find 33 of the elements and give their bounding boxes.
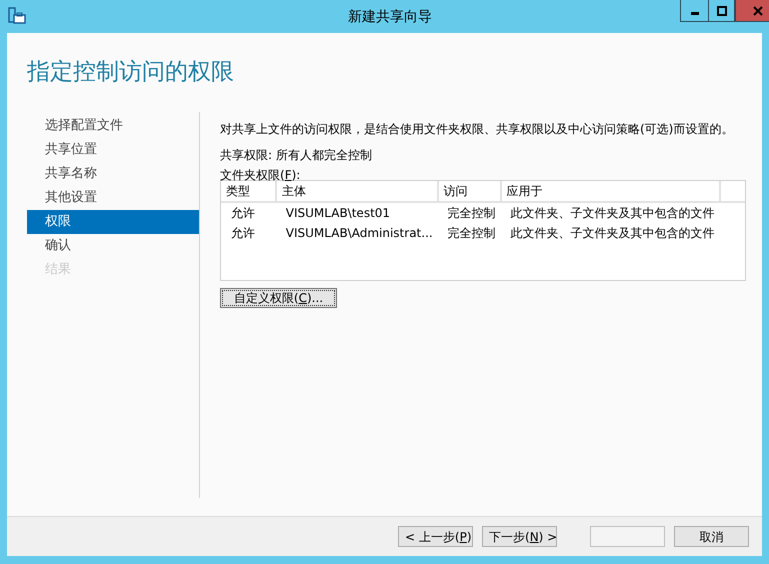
column-header[interactable]: 类型 [221,181,276,202]
wizard-step[interactable]: 选择配置文件 [27,114,199,138]
table-cell-text: VISUMLAB\Administrat... [284,225,434,242]
column-header[interactable]: 访问 [438,181,501,202]
customize-permissions-button[interactable]: 自定义权限(C)... [220,288,337,308]
wizard-step[interactable]: 共享名称 [27,162,199,186]
minimize-button[interactable] [680,0,709,22]
close-button[interactable] [735,0,769,22]
page-heading: 指定控制访问的权限 [27,59,234,85]
table-cell-text: 完全控制 [446,225,497,242]
table-cell-text: 此文件夹、子文件夹及其中包含的文件 [510,225,716,242]
table-cell-text: 允许 [230,225,256,242]
wizard-step[interactable]: 其他设置 [27,186,199,210]
share-permissions-text: 共享权限: 所有人都完全控制 [220,147,373,164]
next-button[interactable]: 下一步(N) > [482,526,557,547]
app-icon [8,7,26,25]
table-cell: 此文件夹、子文件夹及其中包含的文件 [500,202,720,223]
wizard-step[interactable]: 权限 [27,210,199,234]
table-cell: 完全控制 [438,202,501,223]
close-icon [753,6,763,16]
column-header[interactable]: 应用于 [500,181,720,202]
table-cell: 允许 [221,202,276,223]
column-header[interactable]: 主体 [276,181,438,202]
maximize-icon [716,6,726,16]
minimize-icon [690,12,698,15]
folder-permissions-label: 文件夹权限(F): [220,168,300,182]
cancel-button[interactable]: 取消 [674,526,749,547]
table-cell: VISUMLAB\test01 [276,202,438,223]
wizard-step[interactable]: 确认 [27,234,199,258]
window-title: 新建共享向导 [347,8,433,27]
description-text: 对共享上文件的访问权限，是结合使用文件夹权限、共享权限以及中心访问策略(可选)而设置的。 [220,121,734,138]
back-button[interactable]: < 上一步(P) [398,526,473,547]
wizard-step[interactable]: 共享位置 [27,138,199,162]
